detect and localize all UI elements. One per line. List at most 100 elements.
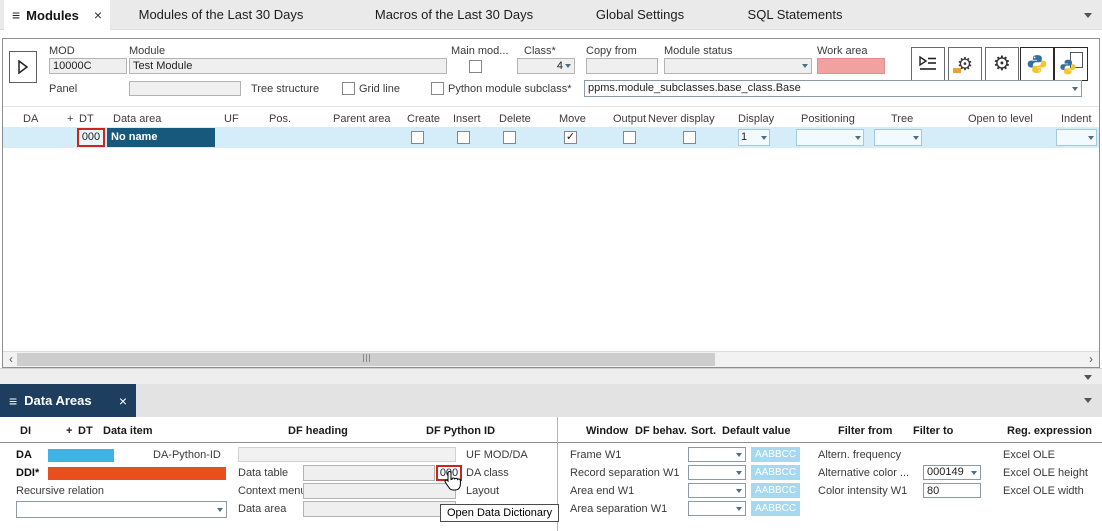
scroll-left-button[interactable]: ‹	[5, 352, 17, 367]
tooltip: Open Data Dictionary	[440, 504, 559, 522]
area-end-w1-color-sample[interactable]: AABBCC	[751, 483, 800, 498]
chevron-down-icon	[855, 136, 861, 140]
altern-frequency-label: Altern. frequency	[818, 449, 901, 462]
area-separation-w1-select[interactable]	[688, 501, 746, 516]
move-checkbox[interactable]: ✓	[564, 131, 577, 144]
grid-line-checkbox[interactable]	[342, 82, 355, 95]
close-icon[interactable]: ×	[119, 393, 127, 409]
recursive-relation-select[interactable]	[16, 501, 227, 518]
panel-field[interactable]	[129, 81, 241, 96]
chevron-down-icon	[565, 64, 571, 68]
area-separation-w1-label: Area separation W1	[570, 503, 667, 516]
insert-checkbox[interactable]	[457, 131, 470, 144]
module-label: Module	[129, 45, 165, 58]
da-class-label: DA class	[466, 467, 509, 480]
positioning-select[interactable]	[796, 129, 864, 146]
class-select[interactable]: 4	[517, 58, 575, 74]
customizer-settings-button[interactable]: ⚙	[948, 47, 982, 81]
area-end-w1-select[interactable]	[688, 483, 746, 498]
data-items-header-row: DI + DT Data item DF heading DF Python I…	[0, 417, 1102, 443]
hand-cursor	[444, 470, 461, 491]
tab-macros-last-30-days[interactable]: Macros of the Last 30 Days	[358, 0, 550, 30]
da-python-id-field[interactable]	[238, 447, 456, 462]
horizontal-scrollbar[interactable]: ‹ ›	[3, 351, 1099, 367]
module-status-select[interactable]	[664, 58, 812, 74]
panel-splitter[interactable]	[0, 368, 1102, 384]
python-module-button[interactable]	[1054, 47, 1088, 81]
chevron-down-icon	[761, 136, 767, 140]
area-separation-w1-color-sample[interactable]: AABBCC	[751, 501, 800, 516]
never-display-checkbox[interactable]	[683, 131, 696, 144]
column-header-never-display: Never display	[648, 113, 715, 125]
add-row-button[interactable]: +	[67, 113, 73, 125]
recursive-relation-label: Recursive relation	[16, 485, 104, 498]
dt-cell[interactable]: 000	[77, 128, 105, 147]
ddi-field[interactable]	[48, 467, 226, 480]
data-area-name-cell[interactable]: No name	[107, 128, 215, 147]
column-header-dt: DT	[79, 113, 94, 125]
chevron-down-icon[interactable]	[1084, 398, 1092, 403]
chevron-down-icon	[913, 136, 919, 140]
python-subclass-label: Python module subclass*	[448, 83, 572, 96]
column-header-df-heading: DF heading	[288, 425, 348, 437]
chevron-down-icon[interactable]	[1084, 13, 1092, 18]
display-select[interactable]: 1	[738, 129, 770, 146]
menu-icon[interactable]: ≡	[12, 7, 20, 23]
context-menu-field[interactable]	[303, 483, 456, 499]
table-row[interactable]: 000 No name ✓ 1	[3, 127, 1099, 148]
tab-modules[interactable]: ≡ Modules ×	[4, 0, 110, 30]
output-checkbox[interactable]	[623, 131, 636, 144]
chevron-down-icon	[1072, 87, 1078, 91]
close-icon[interactable]: ×	[94, 7, 102, 23]
tab-global-settings[interactable]: Global Settings	[582, 0, 698, 30]
grid-line-label: Grid line	[359, 83, 400, 96]
python-subclass-select[interactable]: ppms.module_subclasses.base_class.Base	[584, 80, 1082, 97]
data-areas-header: ≡ Data Areas ×	[0, 384, 1102, 417]
frame-w1-color-sample[interactable]: AABBCC	[751, 447, 800, 462]
column-header-tree: Tree	[891, 113, 913, 125]
menu-icon[interactable]: ≡	[9, 393, 17, 409]
color-intensity-w1-field[interactable]: 80	[923, 483, 981, 498]
scroll-right-button[interactable]: ›	[1085, 352, 1097, 367]
mod-field[interactable]: 10000C	[49, 58, 127, 74]
column-header-move: Move	[559, 113, 586, 125]
column-header-reg-expression: Reg. expression	[1007, 425, 1092, 437]
ddi-label: DDI*	[16, 467, 39, 480]
tab-modules-last-30-days[interactable]: Modules of the Last 30 Days	[126, 0, 316, 30]
column-header-insert: Insert	[453, 113, 481, 125]
record-separation-w1-select[interactable]	[688, 465, 746, 480]
main-module-checkbox[interactable]	[469, 60, 482, 73]
chevron-down-icon	[736, 489, 742, 493]
indent-select[interactable]	[1056, 129, 1097, 146]
create-checkbox[interactable]	[411, 131, 424, 144]
tree-select[interactable]	[874, 129, 922, 146]
layout-label: Layout	[466, 485, 499, 498]
delete-checkbox[interactable]	[503, 131, 516, 144]
python-subclass-checkbox[interactable]	[431, 82, 444, 95]
da-field[interactable]	[48, 449, 114, 462]
run-module-button[interactable]	[9, 51, 37, 83]
module-field[interactable]: Test Module	[129, 58, 447, 74]
work-area-field[interactable]	[817, 58, 885, 74]
gear-icon: ⚙	[993, 54, 1011, 74]
column-header-sort: Sort.	[691, 425, 716, 437]
frame-w1-label: Frame W1	[570, 449, 621, 462]
scrollbar-thumb[interactable]	[17, 353, 715, 366]
copy-from-field[interactable]	[586, 58, 658, 74]
data-table-field[interactable]	[303, 465, 435, 481]
settings-button[interactable]: ⚙	[985, 47, 1019, 81]
record-separation-w1-color-sample[interactable]: AABBCC	[751, 465, 800, 480]
frame-w1-select[interactable]	[688, 447, 746, 462]
chevron-down-icon[interactable]	[1084, 375, 1092, 380]
add-item-button[interactable]: +	[66, 425, 72, 437]
column-header-delete: Delete	[499, 113, 531, 125]
alternative-color-select[interactable]: 000149	[923, 465, 981, 480]
tree-structure-label: Tree structure	[251, 83, 319, 96]
da-label: DA	[16, 449, 32, 462]
python-button[interactable]	[1020, 47, 1054, 81]
tab-data-areas[interactable]: ≡ Data Areas ×	[0, 384, 136, 417]
tab-sql-statements[interactable]: SQL Statements	[732, 0, 858, 30]
data-area-field[interactable]	[303, 501, 456, 517]
module-list-run-button[interactable]	[911, 47, 945, 81]
window-tab-bar: ≡ Modules × Modules of the Last 30 Days …	[0, 0, 1102, 30]
